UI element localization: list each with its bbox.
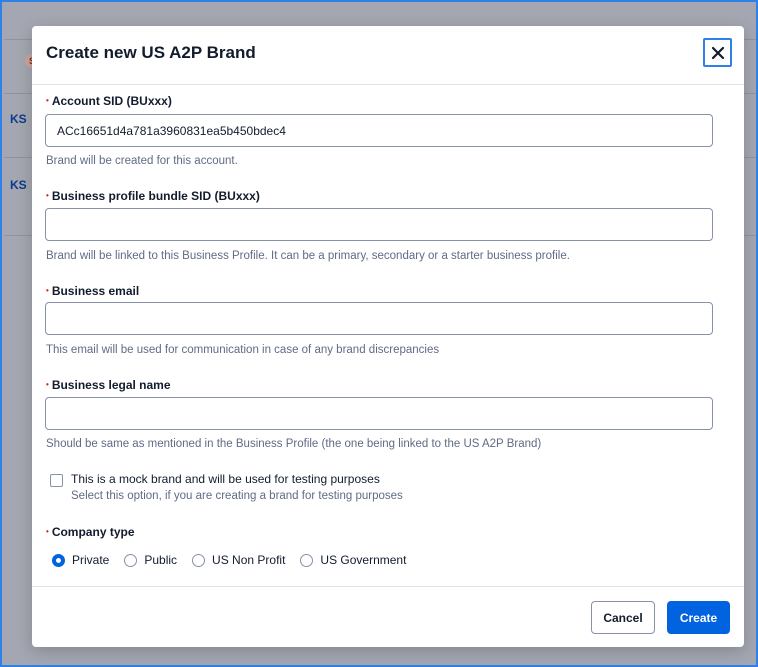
radio-button-checked[interactable] <box>52 553 65 567</box>
mock-brand-help: Select this option, if you are creating … <box>71 490 403 502</box>
required-marker: • <box>46 380 49 389</box>
modal-footer: Cancel Create <box>32 586 744 647</box>
close-icon <box>711 46 724 59</box>
mock-brand-checkbox[interactable] <box>50 474 63 487</box>
modal-header: Create new US A2P Brand <box>32 26 744 85</box>
modal-body: •Account SID (BUxxx) Brand will be creat… <box>32 85 744 586</box>
radio-label: US Government <box>320 553 407 567</box>
background-row-label: KS <box>10 112 27 126</box>
business-profile-label: • Business profile bundle SID (BUxxx) <box>46 189 260 203</box>
account-sid-label: • Account SID (BUxxx) <box>46 94 172 108</box>
radio-label: Private <box>72 553 110 567</box>
radio-us-government[interactable]: US Government <box>300 553 406 567</box>
radio-button[interactable] <box>124 553 138 567</box>
radio-button[interactable] <box>192 553 206 567</box>
radio-button[interactable] <box>300 553 314 567</box>
company-type-label: • Company type <box>46 525 135 539</box>
legal-name-help: Should be same as mentioned in the Busin… <box>46 438 542 450</box>
business-profile-input[interactable] <box>45 208 713 241</box>
business-email-label: • Business email <box>46 284 140 298</box>
legal-name-label: • Business legal name <box>46 378 171 392</box>
required-marker: • <box>46 191 49 200</box>
radio-label: Public <box>144 553 178 567</box>
modal-title: Create new US A2P Brand <box>46 43 256 62</box>
create-button[interactable]: Create <box>667 601 730 634</box>
required-marker: • <box>46 96 49 105</box>
required-marker: • <box>46 527 49 536</box>
business-email-input[interactable] <box>45 302 713 335</box>
close-button[interactable] <box>703 38 732 67</box>
business-profile-help: Brand will be linked to this Business Pr… <box>46 250 570 262</box>
radio-private[interactable]: Private <box>52 553 109 567</box>
legal-name-input[interactable] <box>45 397 713 430</box>
account-sid-input[interactable] <box>45 114 713 147</box>
radio-public[interactable]: Public <box>124 553 177 567</box>
mock-brand-label[interactable]: This is a mock brand and will be used fo… <box>71 472 380 486</box>
background-row-label: KS <box>10 178 27 192</box>
required-marker: • <box>46 286 49 295</box>
radio-label: US Non Profit <box>212 553 286 567</box>
cancel-button[interactable]: Cancel <box>591 601 655 634</box>
account-sid-help: Brand will be created for this account. <box>46 155 238 167</box>
company-type-radio-group: Private Public US Non Profit US Governme… <box>52 552 421 568</box>
radio-us-non-profit[interactable]: US Non Profit <box>192 553 285 567</box>
business-email-help: This email will be used for communicatio… <box>46 344 440 356</box>
create-brand-modal: Create new US A2P Brand • Account SID (BU… <box>32 26 744 647</box>
